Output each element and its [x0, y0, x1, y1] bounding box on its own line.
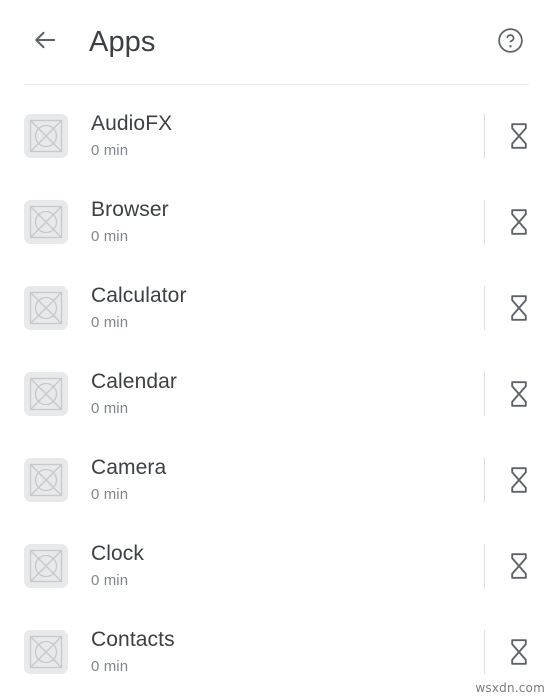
broken-image-placeholder-icon — [24, 458, 68, 502]
app-usage-time: 0 min — [91, 571, 129, 589]
table-row[interactable]: Contacts 0 min — [0, 609, 553, 695]
table-row[interactable]: AudioFX 0 min — [0, 93, 553, 179]
table-row[interactable]: Calendar 0 min — [0, 351, 553, 437]
back-button[interactable] — [24, 22, 66, 64]
broken-image-placeholder-icon — [24, 544, 68, 588]
app-name: Camera — [91, 455, 167, 479]
app-name: Calculator — [91, 283, 187, 307]
app-info: Calendar 0 min — [91, 369, 484, 420]
table-row[interactable]: Browser 0 min — [0, 179, 553, 265]
table-row[interactable]: Clock 0 min — [0, 523, 553, 609]
broken-image-placeholder-icon — [24, 286, 68, 330]
hourglass-icon — [509, 553, 529, 579]
app-name: AudioFX — [91, 111, 173, 135]
app-usage-list: AudioFX 0 min Browser 0 min Calculator 0… — [0, 85, 553, 695]
hourglass-icon — [509, 123, 529, 149]
set-timer-button[interactable] — [485, 284, 553, 332]
app-usage-time: 0 min — [91, 657, 129, 675]
appbar-bottom-divider — [24, 84, 529, 85]
app-info: Browser 0 min — [91, 197, 484, 248]
page-title: Apps — [89, 26, 156, 58]
hourglass-icon — [509, 295, 529, 321]
app-usage-time: 0 min — [91, 141, 129, 159]
app-usage-time: 0 min — [91, 313, 129, 331]
help-button[interactable] — [489, 22, 531, 64]
broken-image-placeholder-icon — [24, 114, 68, 158]
hourglass-icon — [509, 209, 529, 235]
broken-image-placeholder-icon — [24, 372, 68, 416]
app-info: Contacts 0 min — [91, 627, 484, 678]
app-info: Clock 0 min — [91, 541, 484, 592]
help-circle-icon — [497, 27, 524, 59]
set-timer-button[interactable] — [485, 628, 553, 676]
app-name: Browser — [91, 197, 169, 221]
watermark: wsxdn.com — [475, 681, 545, 695]
table-row[interactable]: Calculator 0 min — [0, 265, 553, 351]
app-usage-time: 0 min — [91, 485, 129, 503]
arrow-left-icon — [32, 27, 58, 58]
hourglass-icon — [509, 639, 529, 665]
app-name: Calendar — [91, 369, 178, 393]
app-info: Calculator 0 min — [91, 283, 484, 334]
app-info: AudioFX 0 min — [91, 111, 484, 162]
hourglass-icon — [509, 467, 529, 493]
app-name: Contacts — [91, 627, 175, 651]
broken-image-placeholder-icon — [24, 200, 68, 244]
set-timer-button[interactable] — [485, 542, 553, 590]
broken-image-placeholder-icon — [24, 630, 68, 674]
table-row[interactable]: Camera 0 min — [0, 437, 553, 523]
app-usage-time: 0 min — [91, 227, 129, 245]
app-usage-time: 0 min — [91, 399, 129, 417]
set-timer-button[interactable] — [485, 456, 553, 504]
app-name: Clock — [91, 541, 145, 565]
set-timer-button[interactable] — [485, 112, 553, 160]
app-info: Camera 0 min — [91, 455, 484, 506]
hourglass-icon — [509, 381, 529, 407]
set-timer-button[interactable] — [485, 370, 553, 418]
app-bar: Apps — [0, 0, 553, 85]
set-timer-button[interactable] — [485, 198, 553, 246]
